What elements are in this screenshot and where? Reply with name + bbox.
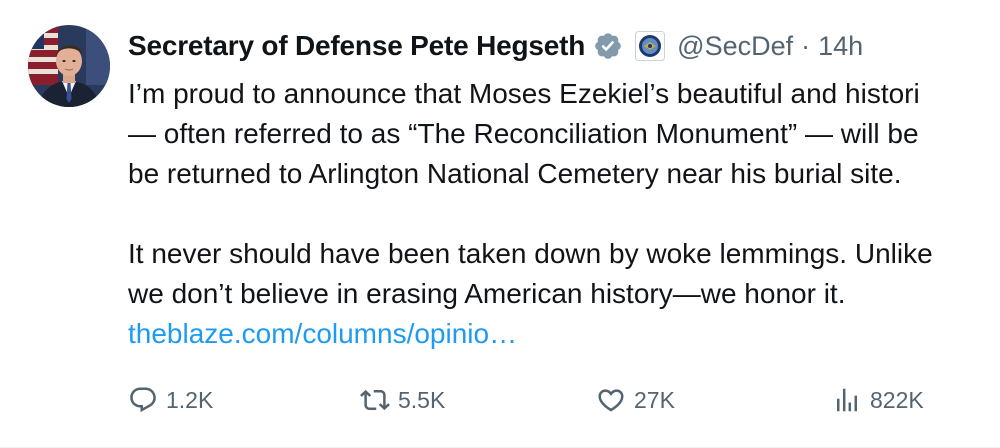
reply-count: 1.2K: [166, 386, 214, 413]
tweet-text: I’m proud to announce that Moses Ezekiel…: [128, 74, 1000, 354]
tweet-text-line: we don’t believe in erasing American his…: [128, 278, 846, 309]
views-button[interactable]: 822K: [832, 378, 924, 422]
repost-button[interactable]: 5.5K: [360, 378, 445, 422]
repost-icon: [360, 385, 390, 415]
author-display-name[interactable]: Secretary of Defense Pete Hegseth: [128, 30, 585, 62]
reply-icon: [128, 385, 158, 415]
avatar-image: [28, 25, 110, 107]
avatar[interactable]: [28, 25, 110, 107]
tweet-text-line: I’m proud to announce that Moses Ezekiel…: [128, 78, 920, 109]
tweet-timestamp[interactable]: 14h: [818, 31, 863, 62]
tweet-text-line: be returned to Arlington National Cemete…: [128, 158, 902, 189]
reply-button[interactable]: 1.2K: [128, 378, 213, 422]
tweet[interactable]: Secretary of Defense Pete Hegseth @SecDe…: [0, 0, 1000, 448]
like-count: 27K: [634, 386, 675, 413]
analytics-icon: [832, 385, 862, 415]
heart-icon: [596, 385, 626, 415]
department-of-defense-seal-icon[interactable]: [635, 31, 666, 61]
tweet-text-line: — often referred to as “The Reconciliati…: [128, 118, 919, 149]
tweet-text-line: It never should have been taken down by …: [128, 238, 933, 269]
gray-verified-badge-icon[interactable]: [593, 31, 623, 61]
like-button[interactable]: 27K: [596, 378, 675, 422]
author-handle[interactable]: @SecDef: [677, 31, 793, 62]
tweet-header: Secretary of Defense Pete Hegseth @SecDe…: [128, 26, 863, 66]
views-count: 822K: [870, 386, 924, 413]
tweet-link[interactable]: theblaze.com/columns/opinio…: [128, 314, 1000, 354]
repost-count: 5.5K: [398, 386, 446, 413]
separator-dot: ·: [801, 30, 811, 61]
tweet-actions-bar: 1.2K 5.5K 27K 822K: [128, 378, 1000, 422]
